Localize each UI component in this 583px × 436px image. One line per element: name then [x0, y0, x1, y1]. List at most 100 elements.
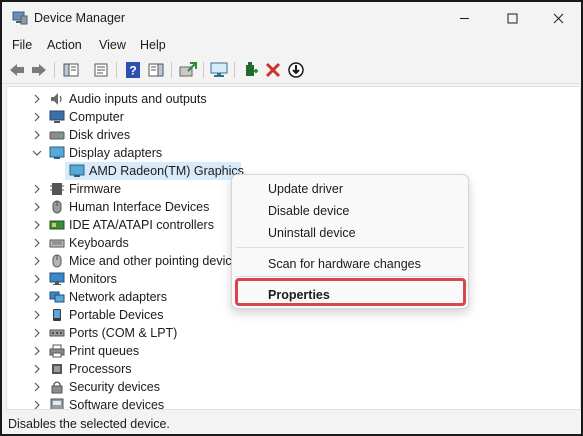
- maximize-icon: [507, 13, 517, 23]
- device-label: Keyboards: [69, 236, 129, 250]
- device-label: Disk drives: [69, 128, 131, 142]
- chevron-right-icon[interactable]: [32, 381, 42, 393]
- chevron-right-icon[interactable]: [32, 111, 42, 123]
- forward-icon[interactable]: [30, 61, 48, 79]
- status-text: Disables the selected device.: [8, 417, 170, 431]
- device-category[interactable]: Print queues: [7, 342, 580, 360]
- help-icon[interactable]: ?: [124, 61, 142, 79]
- device-label: AMD Radeon(TM) Graphics: [89, 164, 244, 178]
- device-category[interactable]: Software devices: [7, 396, 580, 410]
- device-label: Human Interface Devices: [69, 200, 210, 214]
- mouse-icon: [49, 254, 65, 268]
- hid-icon: [49, 200, 65, 214]
- window-title: Device Manager: [34, 11, 126, 25]
- uninstall-device-icon[interactable]: [264, 61, 282, 79]
- back-icon[interactable]: [8, 61, 26, 79]
- processor-icon: [49, 362, 65, 376]
- close-button[interactable]: [535, 2, 581, 34]
- chevron-right-icon[interactable]: [32, 201, 42, 213]
- toolbar-separator: [54, 62, 55, 78]
- device-label: Security devices: [69, 380, 161, 394]
- context-separator: [236, 247, 464, 248]
- status-bar: Disables the selected device.: [2, 412, 581, 434]
- chevron-right-icon[interactable]: [32, 327, 42, 339]
- device-label: Computer: [69, 110, 124, 124]
- menu-view[interactable]: View: [99, 38, 126, 52]
- properties-icon[interactable]: [92, 61, 110, 79]
- toolbar-separator: [116, 62, 117, 78]
- device-label: Firmware: [69, 182, 122, 196]
- chevron-right-icon[interactable]: [32, 273, 42, 285]
- port-icon: [49, 326, 65, 340]
- chevron-right-icon[interactable]: [32, 219, 42, 231]
- device-category[interactable]: Audio inputs and outputs: [7, 90, 580, 108]
- context-scan-hardware[interactable]: Scan for hardware changes: [268, 257, 421, 271]
- toolbar-separator: [203, 62, 204, 78]
- context-uninstall-device[interactable]: Uninstall device: [268, 226, 356, 240]
- device-category[interactable]: Disk drives: [7, 126, 580, 144]
- keyboard-icon: [49, 236, 65, 250]
- device-label: Network adapters: [69, 290, 167, 304]
- chevron-right-icon[interactable]: [32, 399, 42, 409]
- menu-help[interactable]: Help: [140, 38, 166, 52]
- context-properties[interactable]: Properties: [268, 288, 330, 302]
- toolbar-separator: [171, 62, 172, 78]
- disk-drive-icon: [49, 128, 65, 142]
- device-category[interactable]: Processors: [7, 360, 580, 378]
- chevron-right-icon[interactable]: [32, 309, 42, 321]
- device-label: Monitors: [69, 272, 117, 286]
- toolbar: ?: [2, 56, 581, 84]
- chevron-right-icon[interactable]: [32, 291, 42, 303]
- security-device-icon: [49, 380, 65, 394]
- device-label: Ports (COM & LPT): [69, 326, 178, 340]
- context-update-driver[interactable]: Update driver: [268, 182, 343, 196]
- action-pane-icon[interactable]: [147, 61, 165, 79]
- menu-action[interactable]: Action: [47, 38, 82, 52]
- device-category[interactable]: Ports (COM & LPT): [7, 324, 580, 342]
- close-icon: [553, 13, 563, 23]
- chevron-right-icon[interactable]: [32, 345, 42, 357]
- minimize-icon: [459, 17, 469, 19]
- menu-file[interactable]: File: [12, 38, 32, 52]
- network-adapter-icon: [49, 290, 65, 304]
- show-hide-console-tree-icon[interactable]: [62, 61, 80, 79]
- chevron-right-icon[interactable]: [32, 255, 42, 267]
- device-category[interactable]: Security devices: [7, 378, 580, 396]
- context-disable-device[interactable]: Disable device: [268, 204, 349, 218]
- chevron-right-icon[interactable]: [32, 93, 42, 105]
- scan-hardware-icon[interactable]: [210, 61, 228, 79]
- add-legacy-hardware-icon[interactable]: [242, 61, 260, 79]
- context-menu: Update driver Disable device Uninstall d…: [231, 174, 469, 309]
- disable-device-icon[interactable]: [287, 61, 305, 79]
- device-label: IDE ATA/ATAPI controllers: [69, 218, 214, 232]
- speaker-icon: [49, 92, 65, 106]
- chevron-right-icon[interactable]: [32, 183, 42, 195]
- device-label: Display adapters: [69, 146, 163, 160]
- display-adapter-icon: [49, 146, 65, 160]
- device-label: Software devices: [69, 398, 165, 410]
- chevron-down-icon[interactable]: [32, 147, 42, 159]
- firmware-icon: [49, 182, 65, 196]
- printer-icon: [49, 344, 65, 358]
- context-separator: [236, 276, 464, 277]
- device-label: Audio inputs and outputs: [69, 92, 207, 106]
- chevron-right-icon[interactable]: [32, 237, 42, 249]
- update-driver-icon[interactable]: [179, 61, 197, 79]
- device-category[interactable]: Display adapters: [7, 144, 580, 162]
- device-label: Portable Devices: [69, 308, 164, 322]
- svg-text:?: ?: [129, 64, 136, 78]
- device-label: Mice and other pointing devices: [69, 254, 245, 268]
- computer-icon: [49, 110, 65, 124]
- monitor-icon: [49, 272, 65, 286]
- device-category[interactable]: Computer: [7, 108, 580, 126]
- maximize-button[interactable]: [489, 2, 535, 34]
- chevron-right-icon[interactable]: [32, 129, 42, 141]
- menu-bar: File Action View Help: [2, 34, 581, 56]
- portable-device-icon: [49, 308, 65, 322]
- device-label: Processors: [69, 362, 132, 376]
- display-adapter-icon: [69, 164, 85, 178]
- toolbar-separator: [234, 62, 235, 78]
- chevron-right-icon[interactable]: [32, 363, 42, 375]
- minimize-button[interactable]: [441, 2, 487, 34]
- device-manager-icon: [12, 11, 28, 25]
